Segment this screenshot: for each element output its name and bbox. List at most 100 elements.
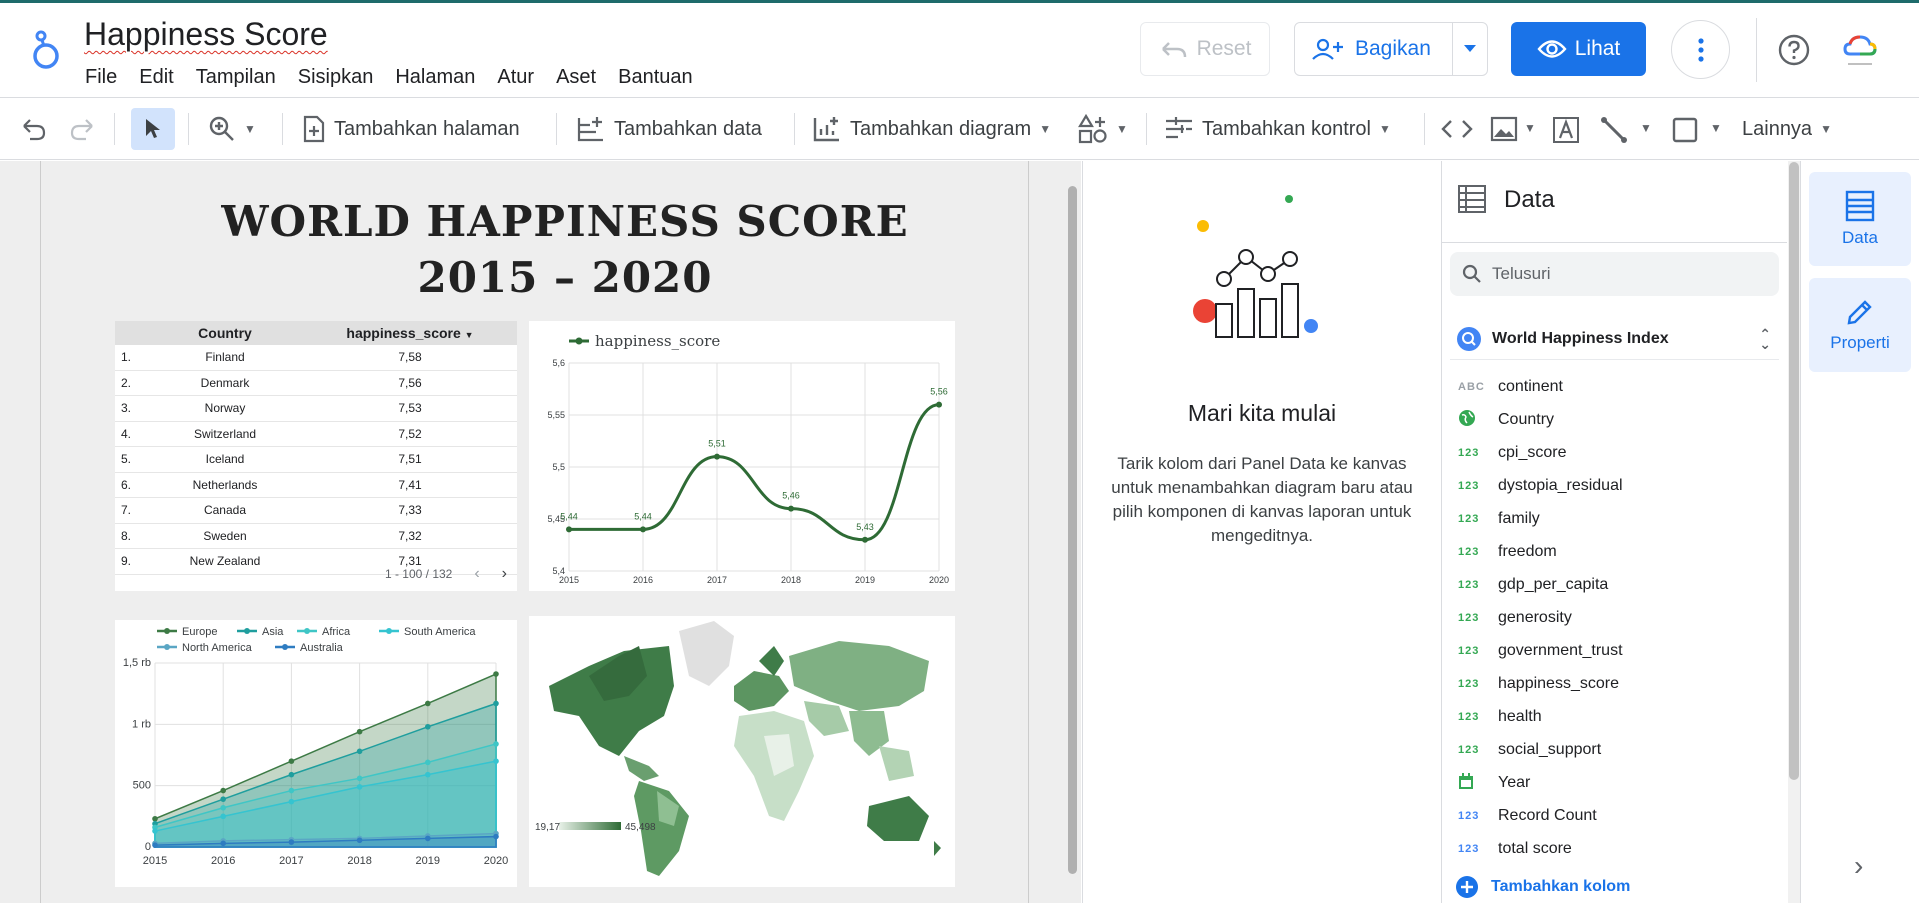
menu-insert[interactable]: Sisipkan [287,66,385,89]
data-point[interactable] [493,741,499,747]
data-point[interactable] [220,796,226,802]
text-box-icon[interactable] [1552,116,1580,144]
report-heading[interactable]: WORLD HAPPINESS SCORE 2015 – 2020 [40,194,1090,306]
field-item[interactable]: 123 health [1450,700,1770,733]
field-item[interactable]: 123 cpi_score [1450,436,1770,469]
reset-button[interactable]: Reset [1140,22,1270,76]
google-cloud-icon[interactable] [1842,32,1878,70]
field-item[interactable]: 123 dystopia_residual [1450,469,1770,502]
data-point[interactable] [220,804,226,811]
rail-data-button[interactable]: Data [1809,172,1911,266]
data-point[interactable] [152,815,158,822]
data-point[interactable] [220,787,226,794]
add-field-button[interactable]: Tambahkan kolom [1455,875,1630,899]
area-chart-card[interactable]: 0 500 1 rb 1,5 rb 2015 2016 2017 2018 2019 2020 Eu… [115,620,517,887]
data-point[interactable] [288,787,295,794]
share-dropdown-button[interactable] [1453,45,1487,53]
data-point[interactable] [356,784,363,790]
table-row[interactable]: 7. Canada 7,33 [115,498,517,524]
add-component-button[interactable]: ▼ [1078,99,1128,159]
data-point[interactable] [288,771,295,778]
data-point[interactable] [356,837,363,844]
more-tools-button[interactable]: Lainnya ▼ [1742,99,1832,159]
data-point[interactable] [862,536,868,543]
data-point[interactable] [425,759,431,766]
menu-page[interactable]: Halaman [384,66,486,89]
table-row[interactable]: 8. Sweden 7,32 [115,524,517,549]
share-button[interactable]: Bagikan [1295,23,1453,75]
data-point[interactable] [493,671,499,677]
expand-panel-chevron-icon[interactable]: › [1854,850,1863,882]
data-source-header[interactable]: World Happiness Index ⌃ ⌄ [1450,318,1779,360]
rail-properties-button[interactable]: Properti [1809,278,1911,372]
geo-map-card[interactable]: 19,17 45,498 [529,616,955,887]
menu-view[interactable]: Tampilan [185,66,287,89]
data-point[interactable] [936,401,942,408]
code-embed-icon[interactable] [1441,119,1473,139]
table-row[interactable]: 5. Iceland 7,51 [115,447,517,473]
column-header-happiness-score[interactable]: happiness_score ▼ [303,325,517,341]
field-item[interactable]: 123 freedom [1450,535,1770,568]
zoom-button[interactable]: ▼ [208,99,256,159]
select-tool-button[interactable] [131,108,175,150]
field-item[interactable]: 123 Record Count [1450,799,1770,832]
table-row[interactable]: 3. Norway 7,53 [115,396,517,422]
field-item[interactable]: 123 generosity [1450,601,1770,634]
data-point[interactable] [288,839,295,845]
field-item[interactable]: 123 family [1450,502,1770,535]
add-page-button[interactable]: Tambahkan halaman [302,99,520,159]
data-point[interactable] [288,798,295,805]
canvas-scrollbar[interactable] [1068,186,1077,874]
menu-file[interactable]: File [74,66,128,89]
data-point[interactable] [220,813,226,820]
data-point[interactable] [566,526,572,533]
line-chart-card[interactable]: 5,4 5,45 5,5 5,55 5,6 2015 2016 2017 2018 2019 202… [529,321,955,591]
table-row[interactable]: 6. Netherlands 7,41 [115,473,517,498]
collapse-icon[interactable]: ⌃ ⌄ [1759,327,1771,351]
field-item[interactable]: 123 happiness_score [1450,667,1770,700]
ranking-table[interactable]: Country happiness_score ▼ 1. Finland 7,58 2… [115,321,517,591]
caret-down-icon[interactable]: ▼ [1640,121,1652,135]
field-item[interactable]: 123 social_support [1450,733,1770,766]
data-point[interactable] [152,828,158,834]
data-point[interactable] [152,842,158,848]
add-data-button[interactable]: Tambahkan data [576,99,762,159]
shape-icon[interactable] [1672,117,1698,143]
add-chart-button[interactable]: Tambahkan diagram ▼ [812,99,1051,159]
data-point[interactable] [493,758,499,764]
table-row[interactable]: 1. Finland 7,58 [115,345,517,371]
more-options-button[interactable] [1671,20,1730,79]
table-row[interactable]: 4. Switzerland 7,52 [115,422,517,447]
data-point[interactable] [288,758,295,764]
caret-down-icon[interactable]: ▼ [1524,121,1536,135]
column-header-country[interactable]: Country [147,325,303,341]
undo-icon[interactable] [20,117,48,141]
data-point[interactable] [788,505,794,512]
data-point[interactable] [356,775,363,782]
field-search-input[interactable]: Telusuri [1450,252,1779,296]
data-point[interactable] [493,833,499,840]
field-item[interactable]: Country [1450,403,1770,436]
view-button[interactable]: Lihat [1511,22,1646,76]
add-control-button[interactable]: Tambahkan kontrol ▼ [1164,99,1391,159]
image-icon[interactable] [1490,116,1518,142]
field-item[interactable]: ABC continent [1450,370,1770,403]
data-point[interactable] [425,723,431,730]
data-point[interactable] [425,771,431,778]
field-item[interactable]: 123 government_trust [1450,634,1770,667]
field-item[interactable]: Year [1450,766,1770,799]
next-page-icon[interactable]: › [502,565,507,583]
line-icon[interactable] [1600,116,1628,144]
looker-studio-logo-icon[interactable] [28,28,64,72]
data-point[interactable] [714,453,720,460]
help-icon[interactable] [1778,34,1810,66]
data-panel-scroll-thumb[interactable] [1789,162,1799,780]
redo-icon[interactable] [68,117,96,141]
data-point[interactable] [356,728,363,735]
data-point[interactable] [425,700,431,707]
data-point[interactable] [425,835,431,842]
table-row[interactable]: 2. Denmark 7,56 [115,371,517,396]
data-point[interactable] [493,700,499,707]
caret-down-icon[interactable]: ▼ [1710,121,1722,135]
field-item[interactable]: 123 gdp_per_capita [1450,568,1770,601]
